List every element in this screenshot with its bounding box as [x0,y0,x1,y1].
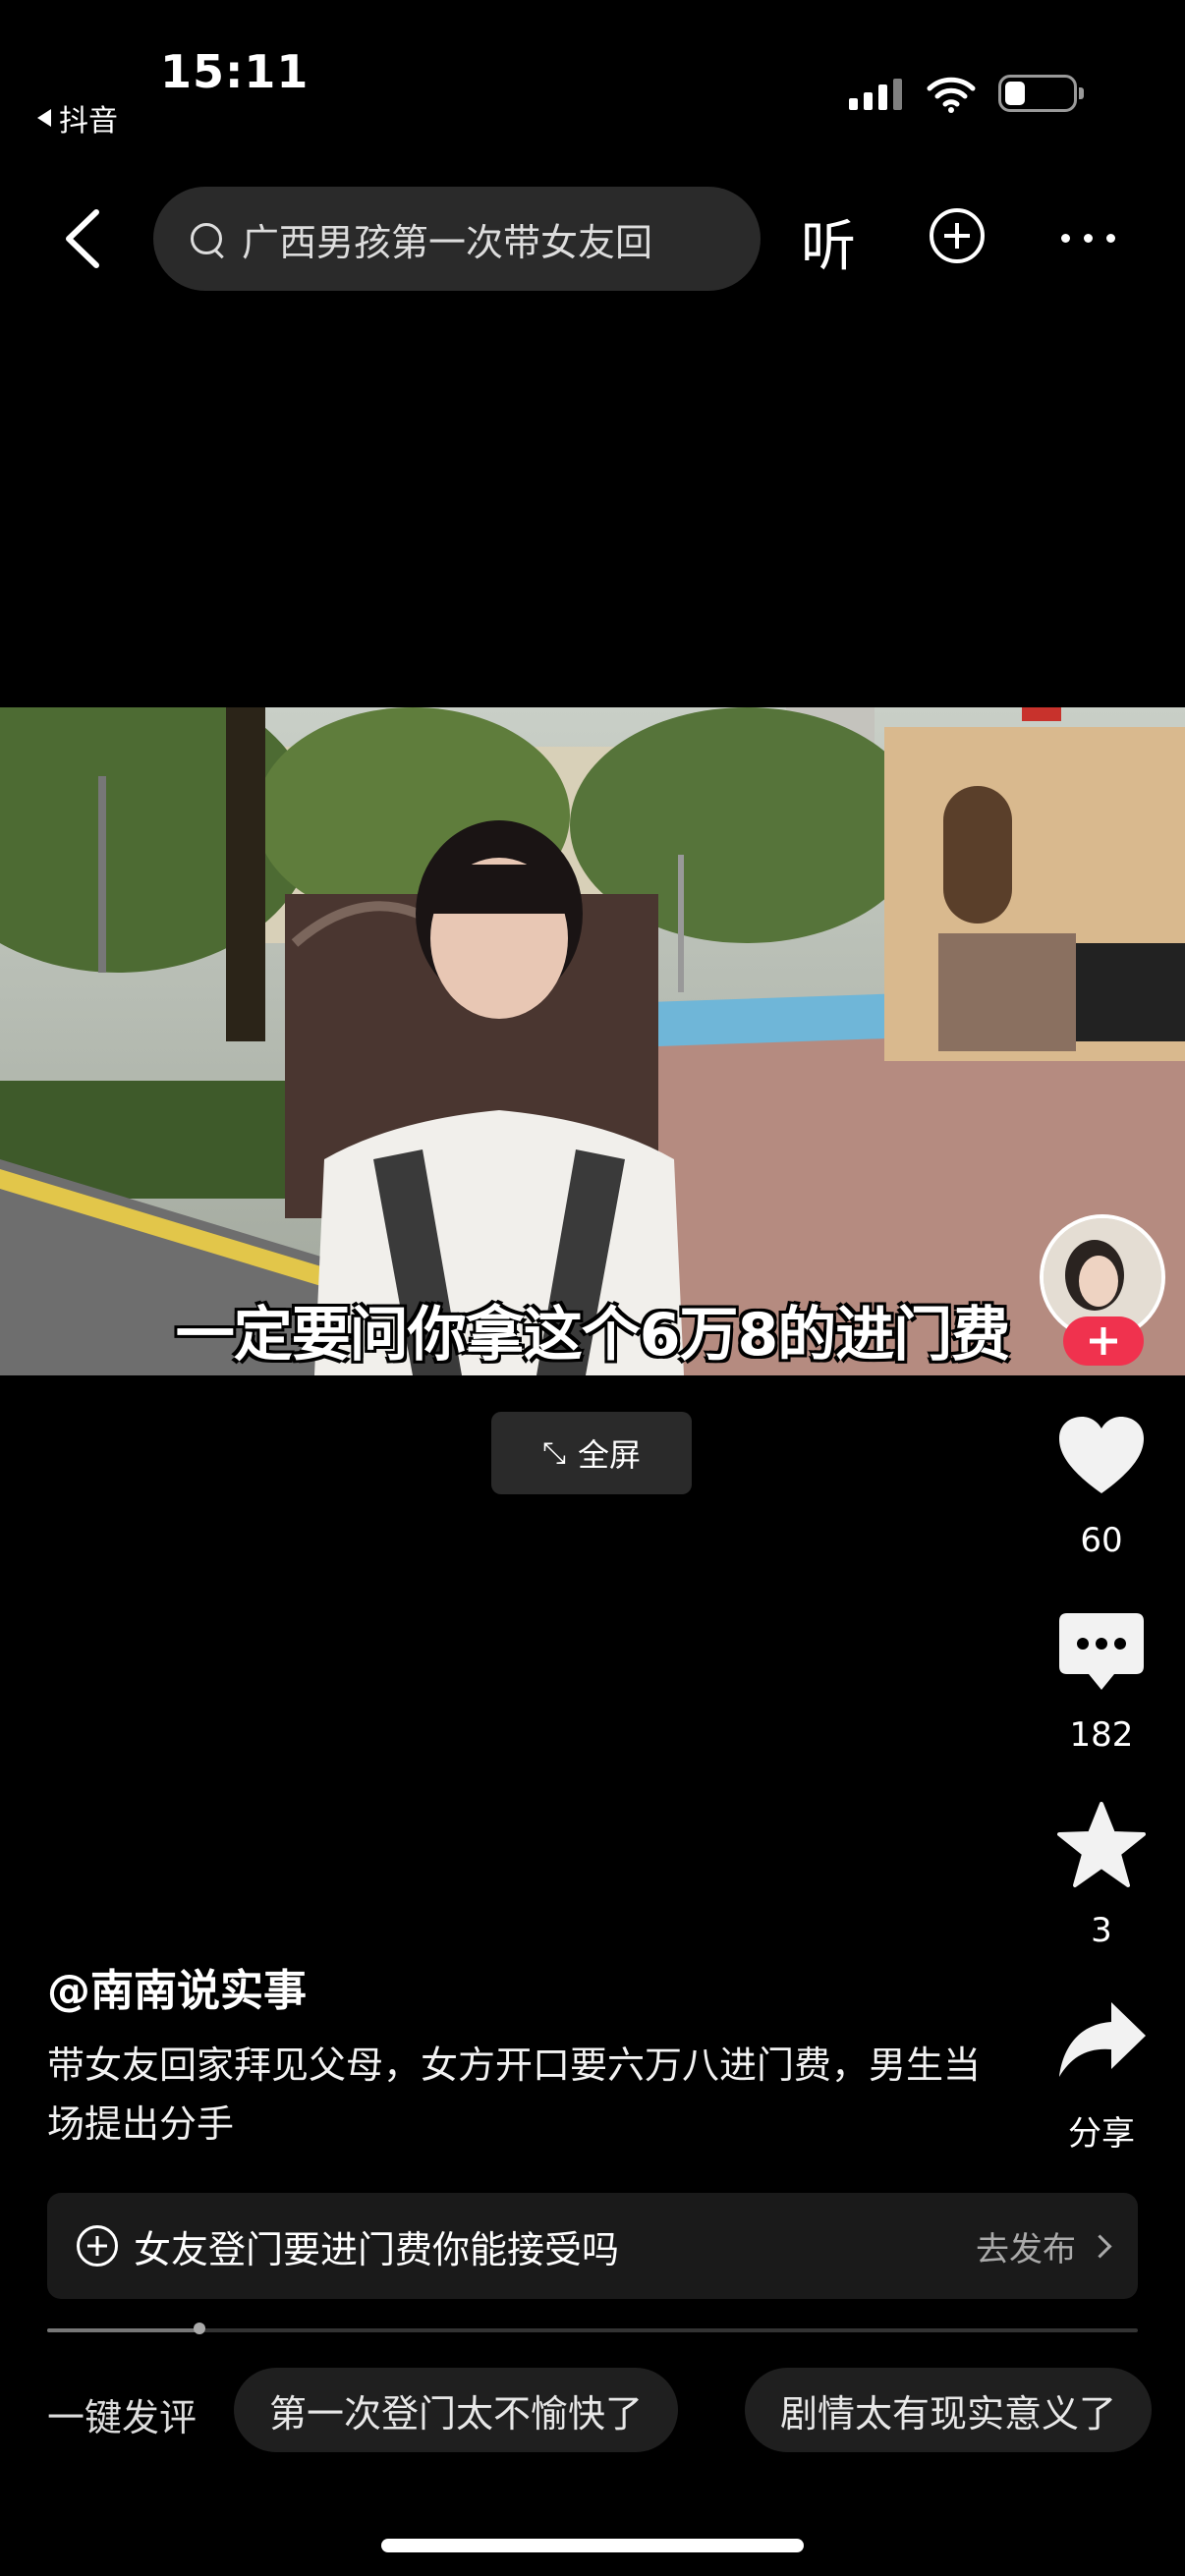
back-to-app-link[interactable]: 抖音 [37,96,118,140]
add-topic-icon [77,2225,118,2267]
like-heart-icon[interactable] [1057,1415,1146,1497]
share-arrow-icon[interactable] [1057,1998,1148,2081]
search-bar[interactable]: 广西男孩第一次带女友回 [153,187,761,291]
search-icon [191,223,222,254]
cellular-signal-icon [849,79,902,110]
expand-icon: ⤡ [541,1435,566,1471]
comment-icon[interactable] [1057,1611,1146,1696]
comment-count: 182 [1069,1715,1134,1755]
post-description: 带女友回家拜见父母，女方开口要六万八进门费，男生当场提出分手 [47,2044,982,2146]
add-button[interactable] [930,208,985,263]
chevron-right-icon [1088,2233,1112,2259]
status-time: 15:11 [160,45,310,98]
video-subtitle: 一定要问你拿这个6万8的进门费 [175,1301,1011,1370]
home-indicator[interactable] [381,2539,804,2552]
favorite-count: 3 [1091,1911,1112,1950]
back-triangle-icon [37,109,51,127]
fullscreen-button[interactable]: ⤡ 全屏 [491,1412,692,1494]
more-options-icon[interactable] [1061,234,1115,243]
video-progress-track[interactable] [47,2328,1138,2332]
quick-comment-chip[interactable]: 剧情太有现实意义了 [745,2368,1153,2452]
back-app-label: 抖音 [59,104,118,139]
follow-plus-button[interactable] [1063,1316,1144,1366]
like-count: 60 [1080,1521,1123,1560]
topic-publish-link[interactable]: 去发布 [976,2222,1112,2270]
author-name[interactable]: @南南说实事 [47,1955,307,2018]
topic-text: 女友登门要进门费你能接受吗 [134,2227,620,2271]
video-frame-image [0,707,1185,1375]
back-arrow-icon[interactable] [55,204,114,273]
favorite-star-icon[interactable] [1057,1802,1146,1888]
search-query: 广西男孩第一次带女友回 [242,220,653,264]
listen-button[interactable]: 听 [801,202,856,282]
video-progress-handle[interactable] [194,2323,205,2334]
fullscreen-label: 全屏 [577,1436,641,1474]
battery-icon [998,75,1084,112]
video-player[interactable] [0,707,1185,1375]
video-progress-fill [47,2328,199,2332]
quick-comment-label: 一键发评 [47,2396,198,2439]
quick-comment-chip[interactable]: 第一次登门太不愉快了 [234,2368,679,2452]
topic-publish-label: 去发布 [976,2229,1076,2269]
wifi-icon [927,77,976,113]
topic-bar[interactable]: 女友登门要进门费你能接受吗 去发布 [47,2193,1138,2299]
share-label: 分享 [1068,2114,1135,2154]
